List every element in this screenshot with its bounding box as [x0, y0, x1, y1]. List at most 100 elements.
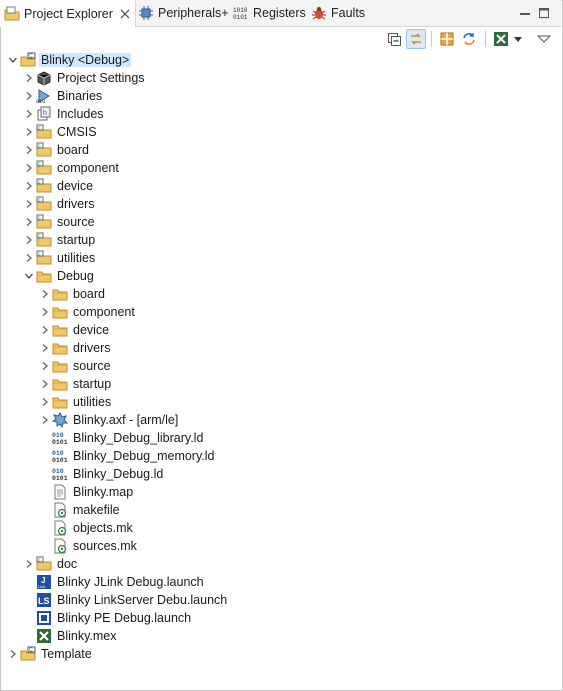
- svg-text:Link: Link: [38, 584, 45, 589]
- collapsed-chevron-icon[interactable]: [22, 195, 36, 213]
- tree-item-label: Blinky.map: [73, 485, 134, 499]
- close-icon[interactable]: [119, 8, 131, 20]
- tab-peripherals[interactable]: Peripherals+: [138, 0, 229, 26]
- tree-item[interactable]: 010 0101 Blinky_Debug.ld: [38, 465, 163, 483]
- tree-item[interactable]: C Template: [6, 645, 92, 663]
- tree-item-label: device: [57, 179, 94, 193]
- tree-item[interactable]: Blinky PE Debug.launch: [22, 609, 191, 627]
- tree-item[interactable]: C Blinky <Debug>: [6, 51, 132, 69]
- dropdown-arrow-icon[interactable]: [511, 29, 525, 49]
- tree-item[interactable]: device: [38, 321, 109, 339]
- collapsed-chevron-icon[interactable]: [22, 249, 36, 267]
- tree-item[interactable]: 010 0101 Blinky_Debug_library.ld: [38, 429, 203, 447]
- makefile-icon: [52, 502, 68, 518]
- tree-item[interactable]: 010 0101 Blinky_Debug_memory.ld: [38, 447, 215, 465]
- makefile-icon: [52, 520, 68, 536]
- tree-item[interactable]: h Includes: [22, 105, 104, 123]
- expanded-chevron-icon[interactable]: [6, 51, 20, 69]
- tree-item[interactable]: startup: [38, 375, 111, 393]
- collapsed-chevron-icon[interactable]: [22, 87, 36, 105]
- collapsed-chevron-icon[interactable]: [38, 303, 52, 321]
- collapsed-chevron-icon[interactable]: [22, 105, 36, 123]
- tree-item-label: Blinky_Debug_library.ld: [73, 431, 204, 445]
- folder-icon: [52, 286, 68, 302]
- tree-item[interactable]: board: [38, 285, 105, 303]
- collapsed-chevron-icon[interactable]: [22, 69, 36, 87]
- faults-bug-icon: [311, 5, 327, 21]
- folder-icon: [52, 358, 68, 374]
- tree-item[interactable]: c board: [22, 141, 89, 159]
- maximize-icon[interactable]: [537, 6, 551, 20]
- tree-item[interactable]: c component: [22, 159, 119, 177]
- tree-item[interactable]: LS Blinky LinkServer Debu.launch: [22, 591, 227, 609]
- tree-item[interactable]: Debug: [22, 267, 94, 285]
- tree-item[interactable]: Blinky.map: [38, 483, 133, 501]
- collapsed-chevron-icon[interactable]: [22, 123, 36, 141]
- svg-text:0101: 0101: [52, 439, 68, 446]
- tree-item[interactable]: Blinky.axf - [arm/le]: [38, 411, 178, 429]
- collapsed-chevron-icon[interactable]: [22, 231, 36, 249]
- minimize-icon[interactable]: [518, 6, 532, 20]
- tab-project-explorer[interactable]: Project Explorer: [0, 0, 136, 27]
- tab-faults[interactable]: Faults: [311, 0, 365, 26]
- tree-item[interactable]: c startup: [22, 231, 95, 249]
- tree-item-label: drivers: [57, 197, 95, 211]
- collapsed-chevron-icon[interactable]: [38, 321, 52, 339]
- tree-item-label: Debug: [57, 269, 94, 283]
- mcuxpresso-config-icon[interactable]: [491, 29, 511, 49]
- collapsed-chevron-icon[interactable]: [38, 375, 52, 393]
- source-folder-icon: c: [36, 142, 52, 158]
- tree-item[interactable]: source: [38, 357, 111, 375]
- tab-label: Faults: [331, 6, 366, 20]
- tree-item[interactable]: component: [38, 303, 135, 321]
- source-folder-icon: c: [36, 250, 52, 266]
- tree-item[interactable]: c CMSIS: [22, 123, 97, 141]
- tree-item[interactable]: objects.mk: [38, 519, 133, 537]
- folder-icon: [52, 304, 68, 320]
- tree-item[interactable]: c doc: [22, 555, 77, 573]
- folder-icon: [52, 340, 68, 356]
- jlink-launch-icon: J Link: [36, 574, 52, 590]
- svg-text:0101: 0101: [233, 14, 248, 21]
- binary-axf-icon: [52, 412, 68, 428]
- collapsed-chevron-icon[interactable]: [22, 141, 36, 159]
- collapsed-chevron-icon[interactable]: [22, 177, 36, 195]
- collapsed-chevron-icon[interactable]: [38, 339, 52, 357]
- collapsed-chevron-icon[interactable]: [6, 645, 20, 663]
- tree-item[interactable]: J Link Blinky JLink Debug.launch: [22, 573, 204, 591]
- source-folder-icon: c: [36, 196, 52, 212]
- collapsed-chevron-icon[interactable]: [38, 393, 52, 411]
- tree-item[interactable]: c drivers: [22, 195, 95, 213]
- tree-item-label: startup: [57, 233, 96, 247]
- tree-item[interactable]: 010 Binaries: [22, 87, 102, 105]
- refresh-sync-icon[interactable]: [459, 29, 479, 49]
- view-menu-icon[interactable]: [534, 29, 554, 49]
- config-tools-icon[interactable]: [437, 29, 457, 49]
- tree-item[interactable]: makefile: [38, 501, 120, 519]
- svg-text:010: 010: [52, 450, 64, 457]
- collapsed-chevron-icon[interactable]: [38, 357, 52, 375]
- tree-item[interactable]: drivers: [38, 339, 111, 357]
- collapsed-chevron-icon[interactable]: [22, 213, 36, 231]
- svg-text:0101: 0101: [52, 475, 68, 482]
- collapsed-chevron-icon[interactable]: [22, 159, 36, 177]
- svg-text:C: C: [29, 648, 33, 654]
- tree-item[interactable]: c source: [22, 213, 95, 231]
- tree-item[interactable]: c utilities: [22, 249, 95, 267]
- collapse-all-icon[interactable]: [384, 29, 404, 49]
- tree-item[interactable]: Project Settings: [22, 69, 145, 87]
- tree-item[interactable]: Blinky.mex: [22, 627, 117, 645]
- tab-registers[interactable]: 1010 0101 Registers: [233, 0, 306, 26]
- collapsed-chevron-icon[interactable]: [38, 411, 52, 429]
- tree-item[interactable]: utilities: [38, 393, 111, 411]
- link-with-editor-icon[interactable]: [406, 29, 426, 49]
- collapsed-chevron-icon[interactable]: [22, 555, 36, 573]
- folder-icon: [52, 376, 68, 392]
- collapsed-chevron-icon[interactable]: [38, 285, 52, 303]
- tree-item[interactable]: c device: [22, 177, 93, 195]
- expanded-chevron-icon[interactable]: [22, 267, 36, 285]
- tree-item[interactable]: sources.mk: [38, 537, 137, 555]
- svg-text:010: 010: [36, 99, 45, 104]
